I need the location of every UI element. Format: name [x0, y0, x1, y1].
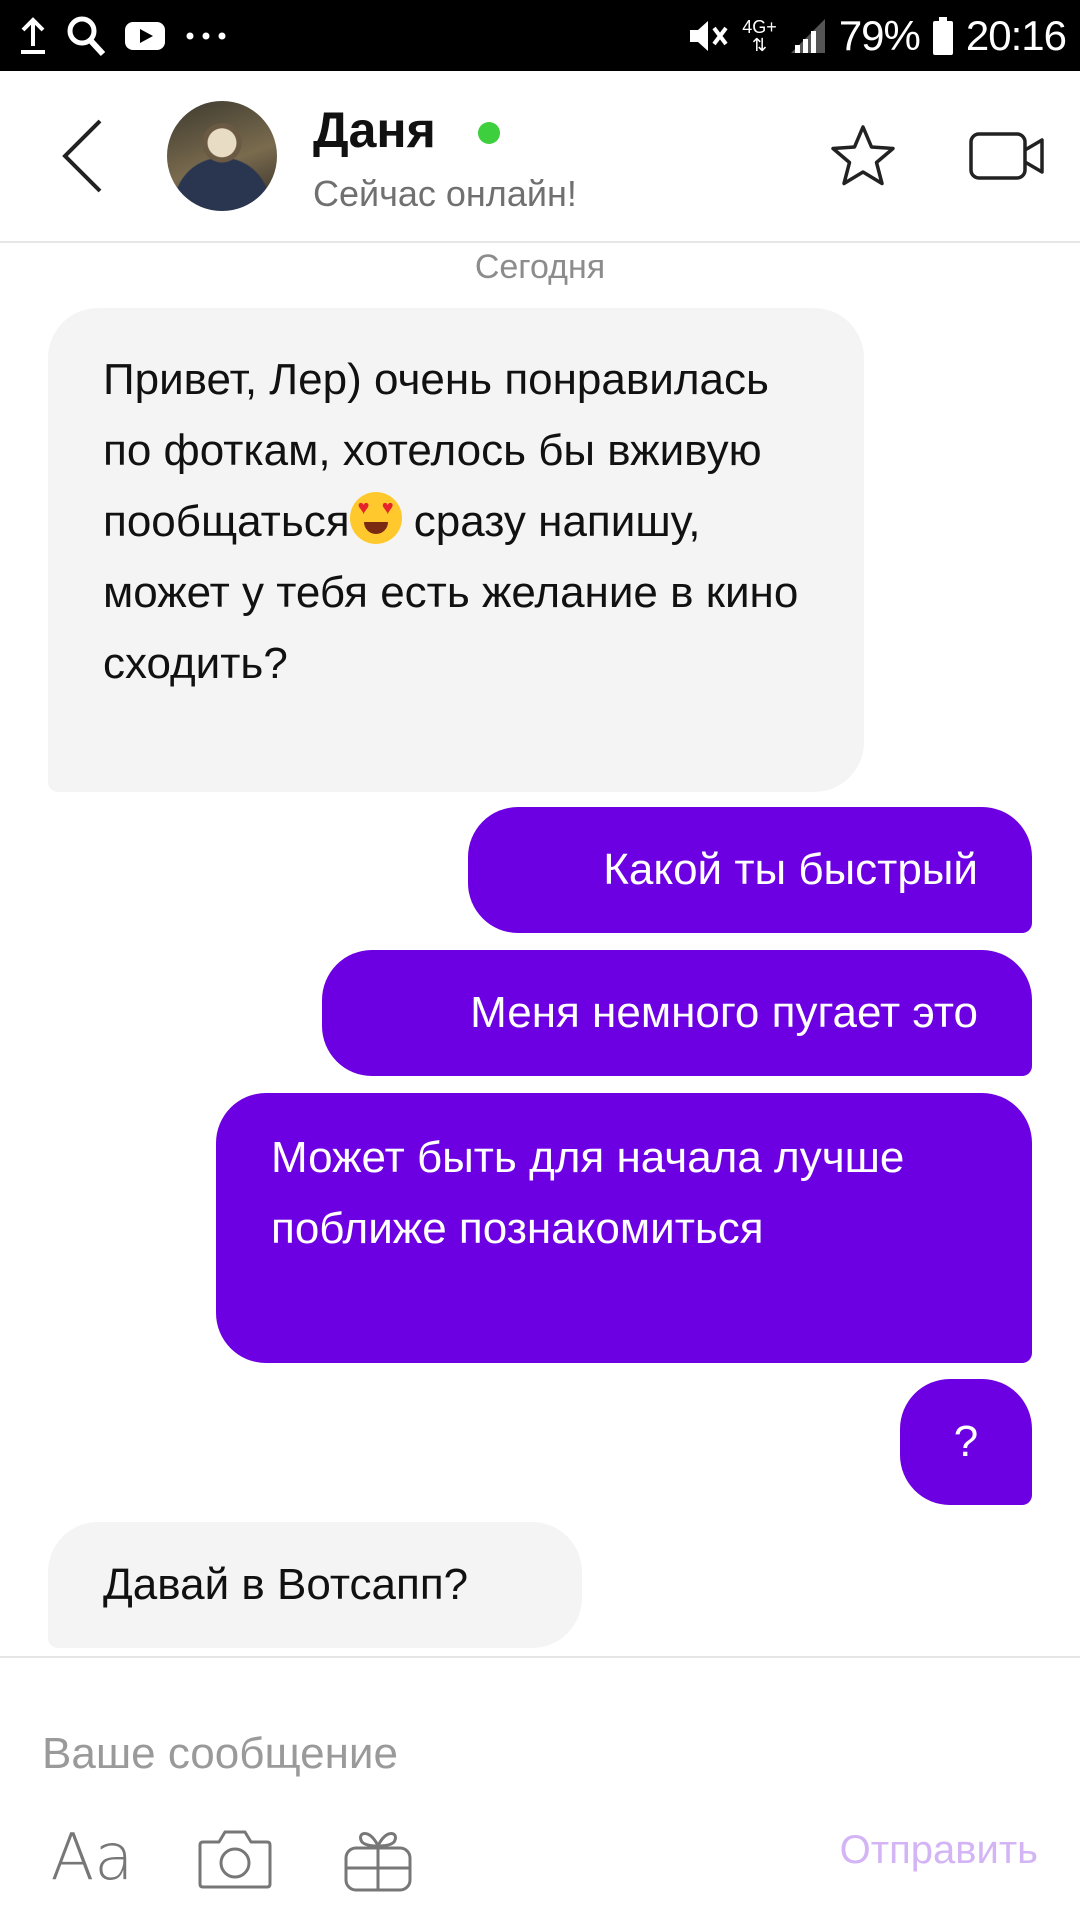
font-style-label: Aa	[50, 1821, 134, 1895]
battery-percent: 79%	[838, 12, 921, 59]
message-outgoing[interactable]: Меня немного пугает это	[322, 950, 1032, 1076]
status-bar-right: 4G+ ⇅ 79% 20:16	[686, 8, 1067, 64]
send-button[interactable]: Отправить	[840, 1828, 1038, 1873]
status-bar-left	[18, 12, 228, 60]
message-outgoing[interactable]: ?	[900, 1379, 1032, 1505]
contact-name[interactable]: Даня	[313, 101, 436, 159]
battery-icon	[932, 17, 953, 55]
camera-button[interactable]	[195, 1818, 275, 1898]
contact-status: Сейчас онлайн!	[313, 173, 577, 214]
favorite-button[interactable]	[828, 121, 898, 191]
message-input[interactable]	[40, 1718, 764, 1790]
video-call-button[interactable]	[968, 126, 1048, 186]
date-separator: Сегодня	[474, 248, 606, 286]
gift-button[interactable]	[338, 1818, 418, 1898]
message-text: ?	[953, 1417, 979, 1466]
message-text: Меня немного пугает это	[470, 988, 978, 1037]
avatar[interactable]	[167, 101, 277, 211]
online-indicator	[478, 122, 500, 144]
network-type: 4G+ ⇅	[742, 17, 777, 55]
message-incoming[interactable]: Привет, Лер) очень понравилась по фоткам…	[48, 308, 864, 792]
back-button[interactable]	[50, 111, 120, 201]
message-text: Какой ты быстрый	[603, 845, 978, 894]
network-label: 4G+	[742, 17, 777, 37]
back-arrow-icon	[62, 119, 102, 193]
mute-icon	[690, 21, 728, 51]
upload-icon	[21, 17, 45, 54]
gift-icon	[344, 1832, 412, 1892]
star-icon	[831, 125, 895, 186]
chat-header: Даня Сейчас онлайн!	[0, 71, 1080, 243]
message-composer: Aa Отправить	[0, 1656, 1080, 1922]
clock: 20:16	[965, 12, 1067, 59]
message-text: Может быть для начала лучше поближе позн…	[271, 1133, 905, 1253]
more-icon	[186, 32, 226, 40]
emoji-heart-eyes-icon	[349, 492, 402, 544]
youtube-icon	[125, 22, 165, 50]
message-incoming[interactable]: Давай в Вотсапп?	[48, 1522, 582, 1648]
signal-icon	[790, 19, 825, 53]
camera-icon	[198, 1830, 272, 1889]
font-style-button[interactable]: Aa	[50, 1818, 134, 1898]
message-outgoing[interactable]: Какой ты быстрый	[468, 807, 1032, 933]
status-bar: 4G+ ⇅ 79% 20:16	[0, 0, 1080, 71]
message-outgoing[interactable]: Может быть для начала лучше поближе позн…	[216, 1093, 1032, 1363]
video-call-icon	[969, 132, 1044, 180]
message-text: Давай в Вотсапп?	[103, 1560, 469, 1609]
search-icon	[67, 16, 106, 57]
